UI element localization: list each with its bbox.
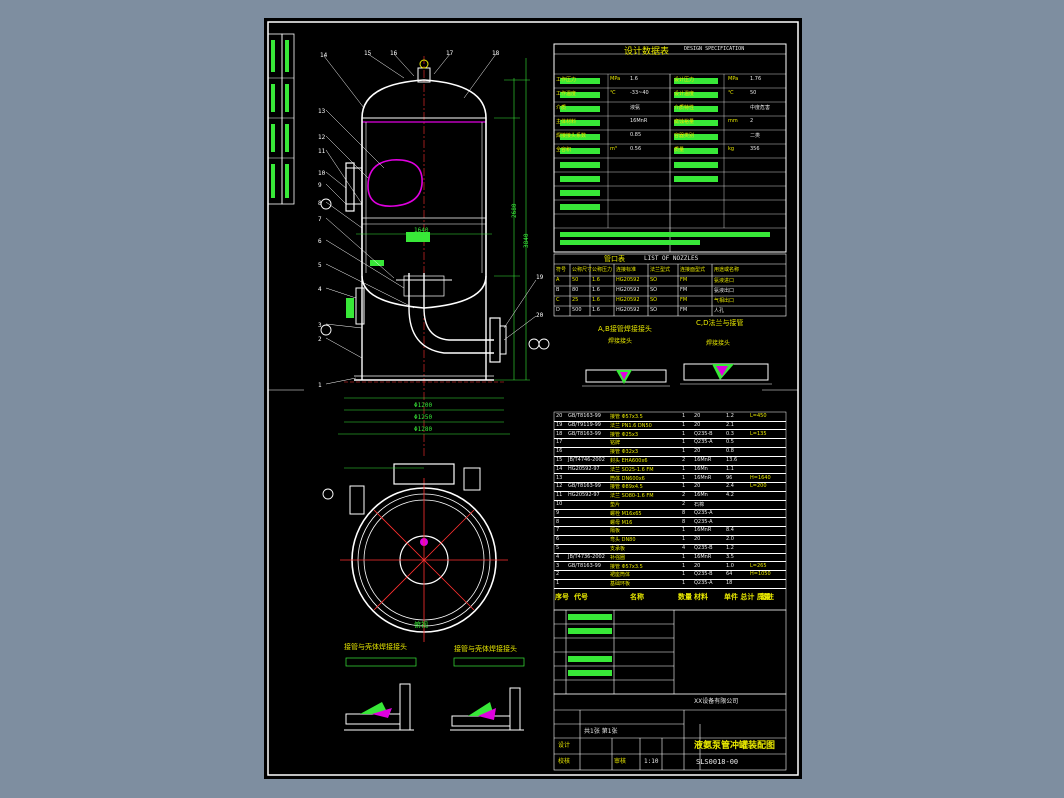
cad-drawing: Φ1200 Φ1250 Φ1280 2680 3840 1640 xyxy=(267,21,799,776)
svg-text:3840: 3840 xyxy=(523,233,530,248)
design-data-table xyxy=(553,43,787,253)
weld-details-bottom xyxy=(344,657,525,731)
detail-cd-weld xyxy=(680,363,772,385)
svg-text:Φ1200: Φ1200 xyxy=(414,402,432,409)
svg-text:Φ1280: Φ1280 xyxy=(414,426,432,433)
vessel-elevation-view: Φ1200 Φ1250 Φ1280 2680 3840 1640 xyxy=(320,56,550,458)
svg-text:2680: 2680 xyxy=(511,203,518,218)
detail-ab-weld xyxy=(582,369,670,387)
parts-list xyxy=(553,411,787,611)
vessel-plan-view xyxy=(322,463,508,642)
nozzle-table xyxy=(553,253,787,317)
drawing-sheet: Φ1200 Φ1250 Φ1280 2680 3840 1640 设计数据表 D… xyxy=(264,18,802,779)
revision-block xyxy=(553,609,787,695)
title-block xyxy=(553,693,787,771)
part-balloons xyxy=(323,53,537,385)
svg-text:Φ1250: Φ1250 xyxy=(414,414,432,421)
